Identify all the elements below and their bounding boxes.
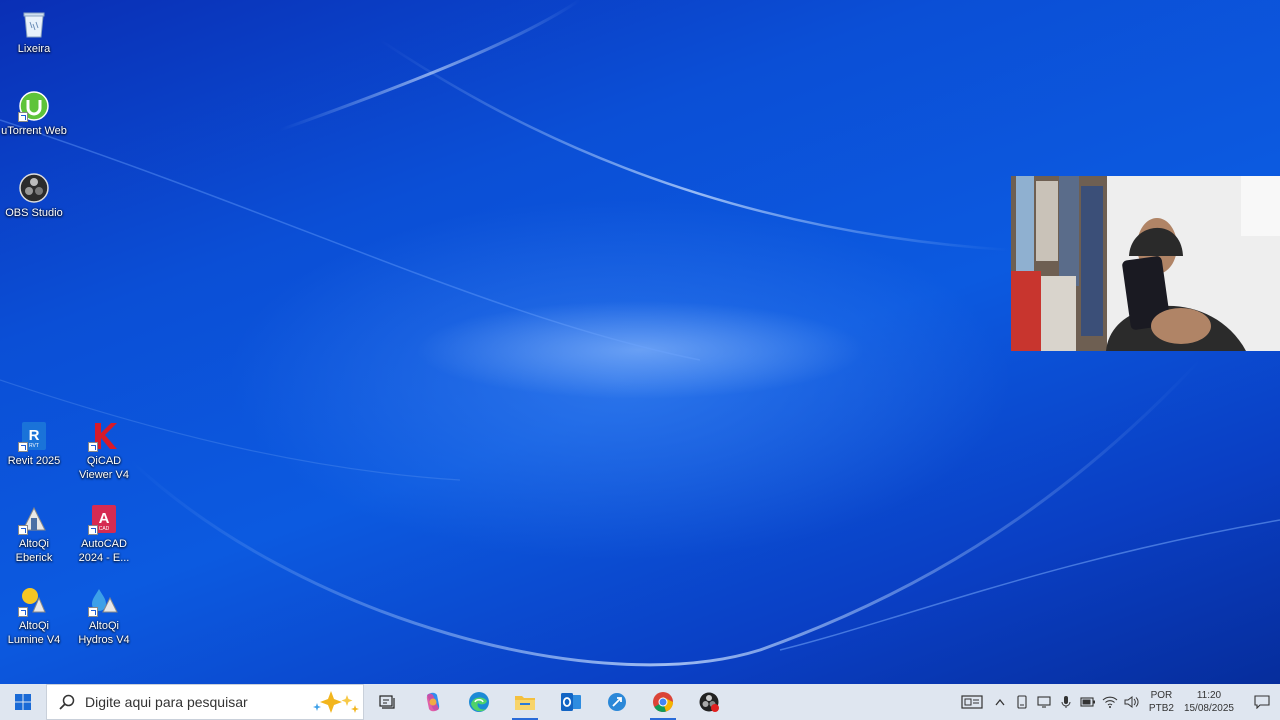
shortcut-arrow-icon (88, 525, 98, 535)
desktop-icon-label: AltoQi Hydros V4 (78, 620, 130, 646)
altoqi-eberick-icon (18, 503, 50, 535)
shortcut-arrow-icon (88, 442, 98, 452)
desktop-icon-qicad-viewer[interactable]: QiCAD Viewer V4 (68, 420, 140, 482)
clock[interactable]: 11:20 15/08/2025 (1184, 689, 1234, 715)
taskbar-search-box[interactable]: Digite aqui para pesquisar (46, 684, 364, 720)
task-view-icon (379, 695, 395, 709)
desktop-icon-altoqi-eberick[interactable]: AltoQi Eberick (0, 503, 70, 565)
obs-icon (699, 692, 719, 712)
recycle-bin-icon (18, 8, 50, 40)
desktop-icon-utorrent-web[interactable]: uTorrent Web (0, 90, 70, 138)
speaker-icon (1124, 696, 1139, 708)
autocad-icon: A CAD (88, 503, 120, 535)
revit-icon: R RVT (18, 420, 50, 452)
input-language-button[interactable]: POR PTB2 (1149, 689, 1174, 715)
desktop-icon-label: Lixeira (17, 43, 51, 55)
copilot-button[interactable] (410, 684, 456, 720)
tray-app-button[interactable] (1011, 684, 1033, 720)
svg-text:A: A (99, 510, 110, 527)
file-explorer-button[interactable] (502, 684, 548, 720)
task-view-button[interactable] (364, 684, 410, 720)
news-widget-button[interactable] (955, 684, 989, 720)
network-button[interactable] (1099, 684, 1121, 720)
notification-icon (1254, 695, 1270, 709)
altoqi-hydros-icon (88, 585, 120, 617)
device-icon (1017, 695, 1027, 709)
edge-icon (469, 692, 489, 712)
desktop-icon-label: OBS Studio (5, 207, 63, 219)
shortcut-arrow-icon (18, 112, 28, 122)
language-code: POR (1150, 690, 1173, 701)
chrome-icon (653, 692, 673, 712)
clock-date: 15/08/2025 (1183, 703, 1234, 714)
desktop[interactable]: Lixeira uTorrent Web OBS Studio R RVT Re… (0, 0, 1280, 684)
qicad-viewer-icon (88, 420, 120, 452)
desktop-icon-label: Revit 2025 (7, 455, 61, 467)
desktop-icon-revit-2025[interactable]: R RVT Revit 2025 (0, 420, 70, 468)
obs-taskbar-button[interactable] (686, 684, 732, 720)
desktop-icon-autocad[interactable]: A CAD AutoCAD 2024 - E... (68, 503, 140, 565)
webcam-overlay[interactable] (1011, 176, 1280, 351)
microphone-icon (1061, 696, 1071, 708)
desktop-icon-altoqi-hydros[interactable]: AltoQi Hydros V4 (68, 585, 140, 647)
utorrent-icon (18, 90, 50, 122)
obs-studio-icon (18, 172, 50, 204)
tray-screen-button[interactable] (1033, 684, 1055, 720)
battery-button[interactable] (1077, 684, 1099, 720)
search-highlight-icon (313, 691, 359, 713)
outlook-icon (561, 693, 581, 711)
svg-text:CAD: CAD (99, 526, 110, 532)
start-button[interactable] (0, 684, 46, 720)
desktop-icon-label: AltoQi Lumine V4 (7, 620, 61, 646)
svg-text:R: R (29, 427, 40, 444)
desktop-icon-label: AutoCAD 2024 - E... (78, 538, 130, 564)
battery-icon (1080, 697, 1095, 707)
shortcut-arrow-icon (88, 607, 98, 617)
monitor-icon (1037, 696, 1051, 708)
chevron-up-icon (995, 698, 1005, 706)
webcam-feed (1011, 176, 1280, 351)
edge-button[interactable] (456, 684, 502, 720)
desktop-icon-obs-studio[interactable]: OBS Studio (0, 172, 70, 220)
outlook-button[interactable] (548, 684, 594, 720)
volume-button[interactable] (1121, 684, 1143, 720)
keyboard-layout: PTB2 (1148, 703, 1174, 714)
quick-assist-button[interactable] (594, 684, 640, 720)
desktop-icon-label: AltoQi Eberick (15, 538, 53, 564)
altoqi-lumine-icon (18, 585, 50, 617)
system-tray: POR PTB2 11:20 15/08/2025 (955, 684, 1280, 720)
desktop-icon-label: QiCAD Viewer V4 (79, 455, 129, 481)
windows-logo-icon (15, 694, 31, 710)
taskbar: Digite aqui para pesquisar POR PTB2 11:2… (0, 684, 1280, 720)
desktop-icon-lixeira[interactable]: Lixeira (0, 8, 70, 56)
desktop-icon-altoqi-lumine[interactable]: AltoQi Lumine V4 (0, 585, 70, 647)
notification-center-button[interactable] (1244, 684, 1280, 720)
desktop-icon-label: uTorrent Web (1, 125, 67, 137)
news-icon (961, 695, 983, 709)
show-hidden-icons-button[interactable] (989, 684, 1011, 720)
shortcut-arrow-icon (18, 607, 28, 617)
search-icon (59, 694, 75, 710)
quick-assist-icon (608, 693, 626, 711)
svg-text:RVT: RVT (29, 443, 39, 449)
clock-time: 11:20 (1196, 690, 1222, 701)
microphone-button[interactable] (1055, 684, 1077, 720)
wifi-icon (1102, 696, 1118, 708)
shortcut-arrow-icon (18, 525, 28, 535)
chrome-button[interactable] (640, 684, 686, 720)
shortcut-arrow-icon (18, 442, 28, 452)
file-explorer-icon (515, 696, 535, 710)
copilot-icon (426, 692, 440, 712)
search-placeholder: Digite aqui para pesquisar (85, 694, 248, 710)
